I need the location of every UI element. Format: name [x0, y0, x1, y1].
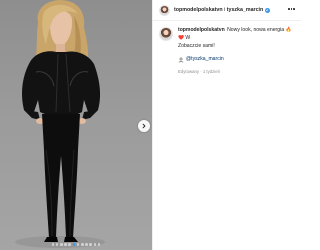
author-names: topmodelpolskatvn i tyszka_marcin: [174, 7, 270, 13]
carousel-dot: [89, 243, 92, 246]
post-side-panel: topmodelpolskatvn i tyszka_marcin topmod…: [152, 0, 301, 250]
carousel-dot: [55, 243, 59, 246]
carousel-dot: [60, 243, 63, 246]
model-photo: [15, 0, 105, 248]
post-media[interactable]: [0, 0, 152, 250]
next-slide-button[interactable]: [138, 120, 150, 132]
caption-message-end: W: [185, 34, 191, 41]
collaborator-username[interactable]: tyszka_marcin: [227, 7, 264, 13]
carousel-dot-active: [72, 243, 76, 246]
chevron-right-icon: [142, 123, 146, 129]
caption-username[interactable]: topmodelpolskatvn: [178, 27, 225, 33]
verified-badge-icon: [264, 7, 270, 13]
carousel-dot: [93, 243, 97, 246]
carousel-dot: [51, 243, 55, 246]
instagram-post-modal: topmodelpolskatvn i tyszka_marcin topmod…: [0, 0, 301, 250]
tag-person-icon: [178, 57, 184, 63]
post-header: topmodelpolskatvn i tyszka_marcin: [153, 0, 301, 21]
carousel-dot: [68, 243, 72, 246]
carousel-indicator: [0, 243, 152, 246]
caption-line-2: Zobaczcie sami!: [178, 42, 215, 49]
carousel-dot: [76, 243, 80, 246]
caption-avatar[interactable]: [159, 27, 173, 41]
author-avatar[interactable]: [159, 4, 170, 16]
author-separator: i: [224, 7, 226, 13]
carousel-dot: [64, 243, 67, 246]
tag-username[interactable]: tyszka_marcin: [191, 56, 224, 62]
more-options-icon[interactable]: [288, 8, 295, 10]
carousel-dot: [97, 243, 101, 246]
caption-message: Nowy look, nowa energia: [227, 27, 285, 33]
author-username[interactable]: topmodelpolskatvn: [174, 7, 223, 13]
carousel-dot: [80, 243, 84, 246]
tagged-user[interactable]: @tyszka_marcin: [178, 56, 297, 63]
caption-text: topmodelpolskatvn Nowy look, nowa energi…: [178, 27, 297, 43]
post-timestamp: Edytowany · 1 tydzień: [178, 68, 221, 74]
post-caption: topmodelpolskatvn Nowy look, nowa energi…: [159, 27, 297, 75]
carousel-dot: [85, 243, 88, 246]
